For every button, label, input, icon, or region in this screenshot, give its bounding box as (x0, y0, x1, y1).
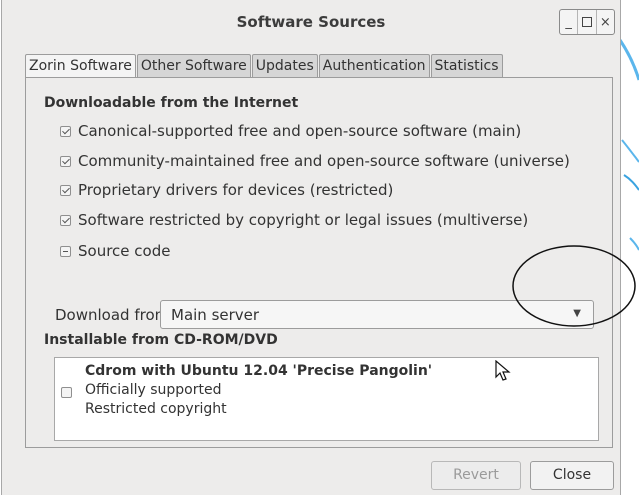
option-main-label: Canonical-supported free and open-source… (78, 122, 522, 140)
tab-updates[interactable]: Updates (251, 54, 318, 77)
close-button[interactable]: Close (530, 461, 614, 490)
maximize-icon (581, 17, 592, 27)
title-bar: Software Sources _ × (2, 0, 620, 44)
minimize-icon: _ (565, 14, 572, 30)
internet-section-heading: Downloadable from the Internet (44, 95, 299, 111)
close-icon: × (599, 14, 611, 30)
download-server-value: Main server (171, 306, 260, 324)
tab-statistics[interactable]: Statistics (430, 54, 503, 77)
checkbox-multiverse[interactable] (60, 214, 71, 226)
tab-bar: Zorin Software Other Software Updates Au… (25, 54, 504, 79)
window-title: Software Sources (236, 13, 386, 31)
option-restricted[interactable]: Proprietary drivers for devices (restric… (60, 181, 393, 199)
option-main[interactable]: Canonical-supported free and open-source… (60, 122, 521, 140)
checkbox-universe[interactable] (60, 155, 71, 167)
highlight-circle-annotation (512, 245, 636, 327)
option-universe-label: Community-maintained free and open-sourc… (78, 152, 570, 170)
option-universe[interactable]: Community-maintained free and open-sourc… (60, 152, 570, 170)
cdrom-support-line: Officially supported (85, 382, 222, 398)
checkbox-main[interactable] (60, 125, 71, 137)
minimize-button[interactable]: _ (560, 10, 577, 34)
window-controls: _ × (559, 9, 615, 35)
checkbox-restricted[interactable] (60, 184, 71, 196)
close-window-button[interactable]: × (595, 10, 614, 34)
tab-authentication[interactable]: Authentication (318, 54, 430, 77)
tab-zorin-software[interactable]: Zorin Software (25, 54, 136, 79)
option-source-code-label: Source code (78, 242, 171, 260)
tab-other-software[interactable]: Other Software (136, 54, 251, 77)
maximize-button[interactable] (577, 10, 595, 34)
option-multiverse[interactable]: Software restricted by copyright or lega… (60, 211, 528, 229)
checkbox-source-code[interactable] (60, 245, 71, 257)
cdrom-title: Cdrom with Ubuntu 12.04 'Precise Pangoli… (85, 363, 433, 379)
cdrom-list: Cdrom with Ubuntu 12.04 'Precise Pangoli… (54, 357, 599, 441)
option-source-code[interactable]: Source code (60, 242, 170, 260)
option-multiverse-label: Software restricted by copyright or lega… (78, 211, 529, 229)
cdrom-section-heading: Installable from CD-ROM/DVD (44, 332, 278, 348)
download-from-label: Download from: (55, 306, 175, 324)
option-restricted-label: Proprietary drivers for devices (restric… (78, 181, 394, 199)
checkbox-cdrom[interactable] (61, 387, 72, 398)
cdrom-copyright-line: Restricted copyright (85, 401, 227, 417)
revert-button[interactable]: Revert (431, 461, 521, 490)
mouse-pointer-icon (495, 360, 511, 381)
